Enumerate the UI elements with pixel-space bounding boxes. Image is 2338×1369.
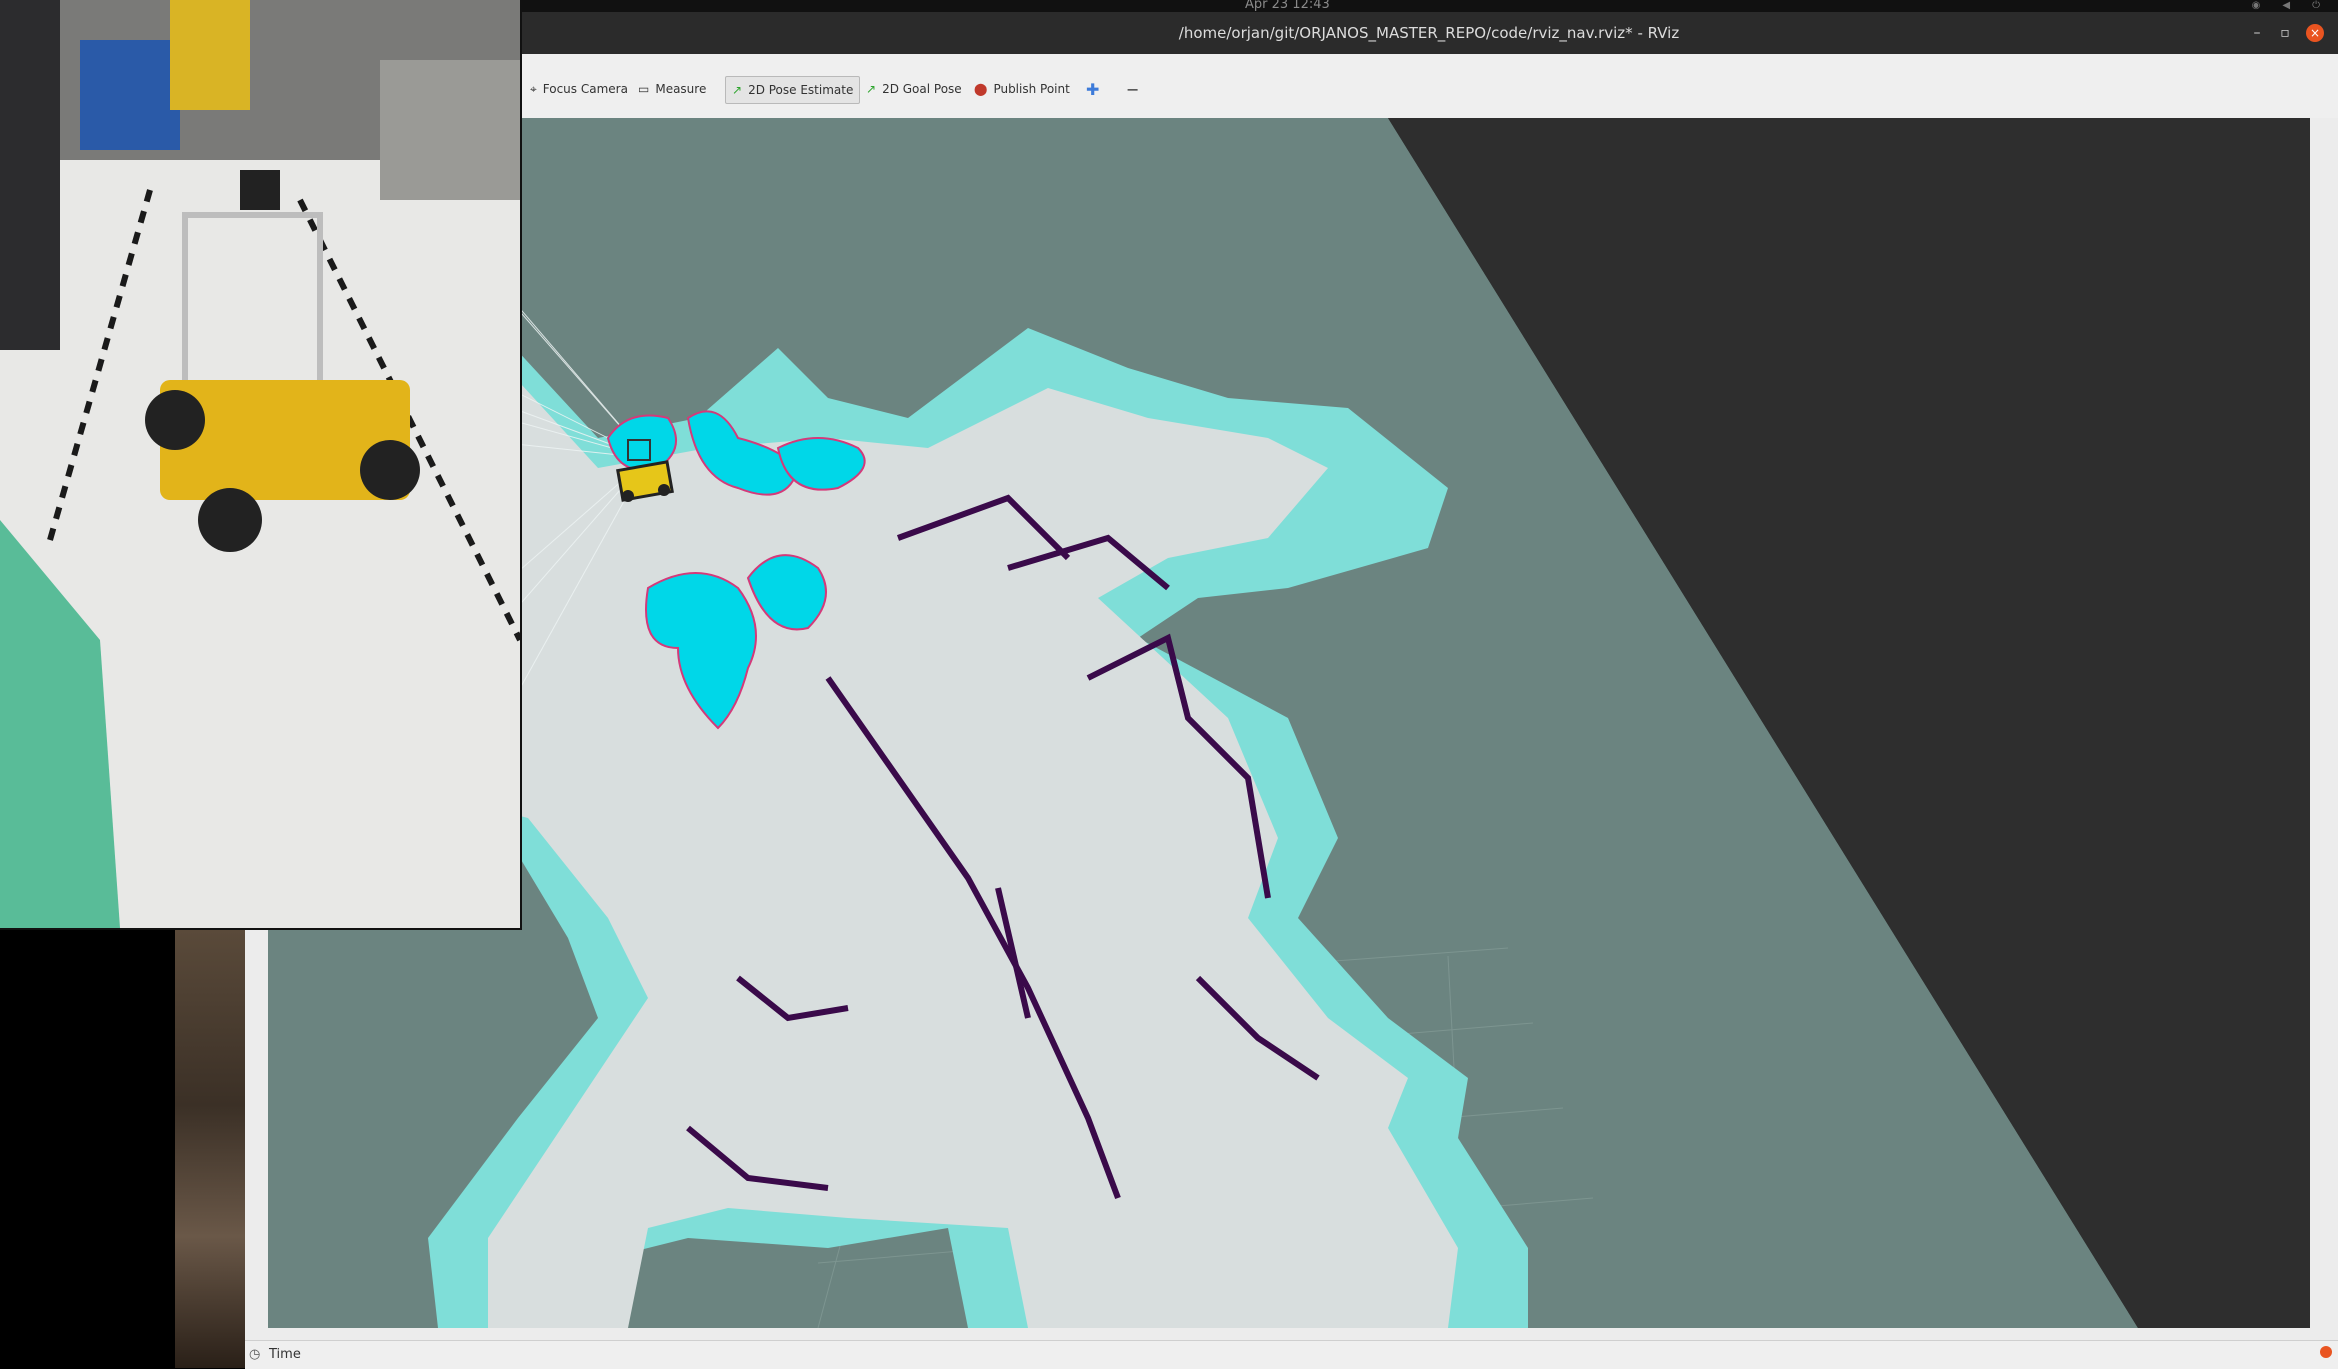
window-title: /home/orjan/git/ORJANOS_MASTER_REPO/code… — [1178, 24, 1680, 42]
desktop-background — [0, 930, 245, 1368]
status-bar: ◷ Time — [245, 1340, 2338, 1369]
background-texture — [175, 930, 245, 1368]
tool-label: 2D Pose Estimate — [748, 83, 854, 97]
map-visualization — [268, 118, 2310, 1328]
rviz-toolbar: ⌖ Focus Camera ▭ Measure ↗ 2D Pose Estim… — [520, 54, 2338, 119]
focus-camera-tool[interactable]: ⌖ Focus Camera — [524, 76, 634, 102]
remove-tool-button[interactable]: − — [1120, 76, 1145, 102]
error-status-icon — [2320, 1346, 2332, 1358]
minus-icon: − — [1126, 79, 1140, 99]
green-arrow-icon: ↗ — [866, 82, 877, 96]
tool-label: Measure — [655, 82, 707, 96]
measure-tool[interactable]: ▭ Measure — [632, 76, 712, 102]
tool-label: Focus Camera — [542, 82, 628, 96]
power-icon[interactable]: ⏻ — [2312, 0, 2320, 11]
time-panel-label: Time — [269, 1347, 301, 1362]
robot-photo — [0, 0, 520, 928]
camera-video-overlay — [0, 0, 522, 930]
maximize-button[interactable]: ▫ — [2276, 24, 2294, 42]
map-pin-icon: ⬤ — [974, 82, 988, 96]
crosshair-icon: ⌖ — [530, 81, 537, 96]
window-title-bar: /home/orjan/git/ORJANOS_MASTER_REPO/code… — [520, 12, 2338, 54]
publish-point-tool[interactable]: ⬤ Publish Point — [968, 76, 1076, 102]
close-button[interactable]: × — [2306, 24, 2324, 42]
add-tool-button[interactable]: ✚ — [1080, 76, 1105, 102]
minimize-button[interactable]: – — [2248, 24, 2266, 42]
tool-label: Publish Point — [993, 82, 1070, 96]
3d-render-viewport[interactable] — [268, 118, 2310, 1328]
2d-pose-estimate-tool[interactable]: ↗ 2D Pose Estimate — [725, 76, 861, 104]
system-clock: Apr 23 12:43 — [1245, 0, 1330, 12]
2d-goal-pose-tool[interactable]: ↗ 2D Goal Pose — [860, 76, 968, 102]
plus-icon: ✚ — [1086, 79, 1100, 99]
system-tray: ◉ ◀ ⏻ — [2252, 0, 2320, 11]
volume-icon[interactable]: ◀ — [2282, 0, 2290, 11]
ruler-icon: ▭ — [638, 82, 650, 96]
tool-label: 2D Goal Pose — [882, 82, 962, 96]
green-arrow-icon: ↗ — [732, 83, 743, 97]
network-icon[interactable]: ◉ — [2252, 0, 2261, 11]
clock-icon: ◷ — [249, 1347, 261, 1362]
